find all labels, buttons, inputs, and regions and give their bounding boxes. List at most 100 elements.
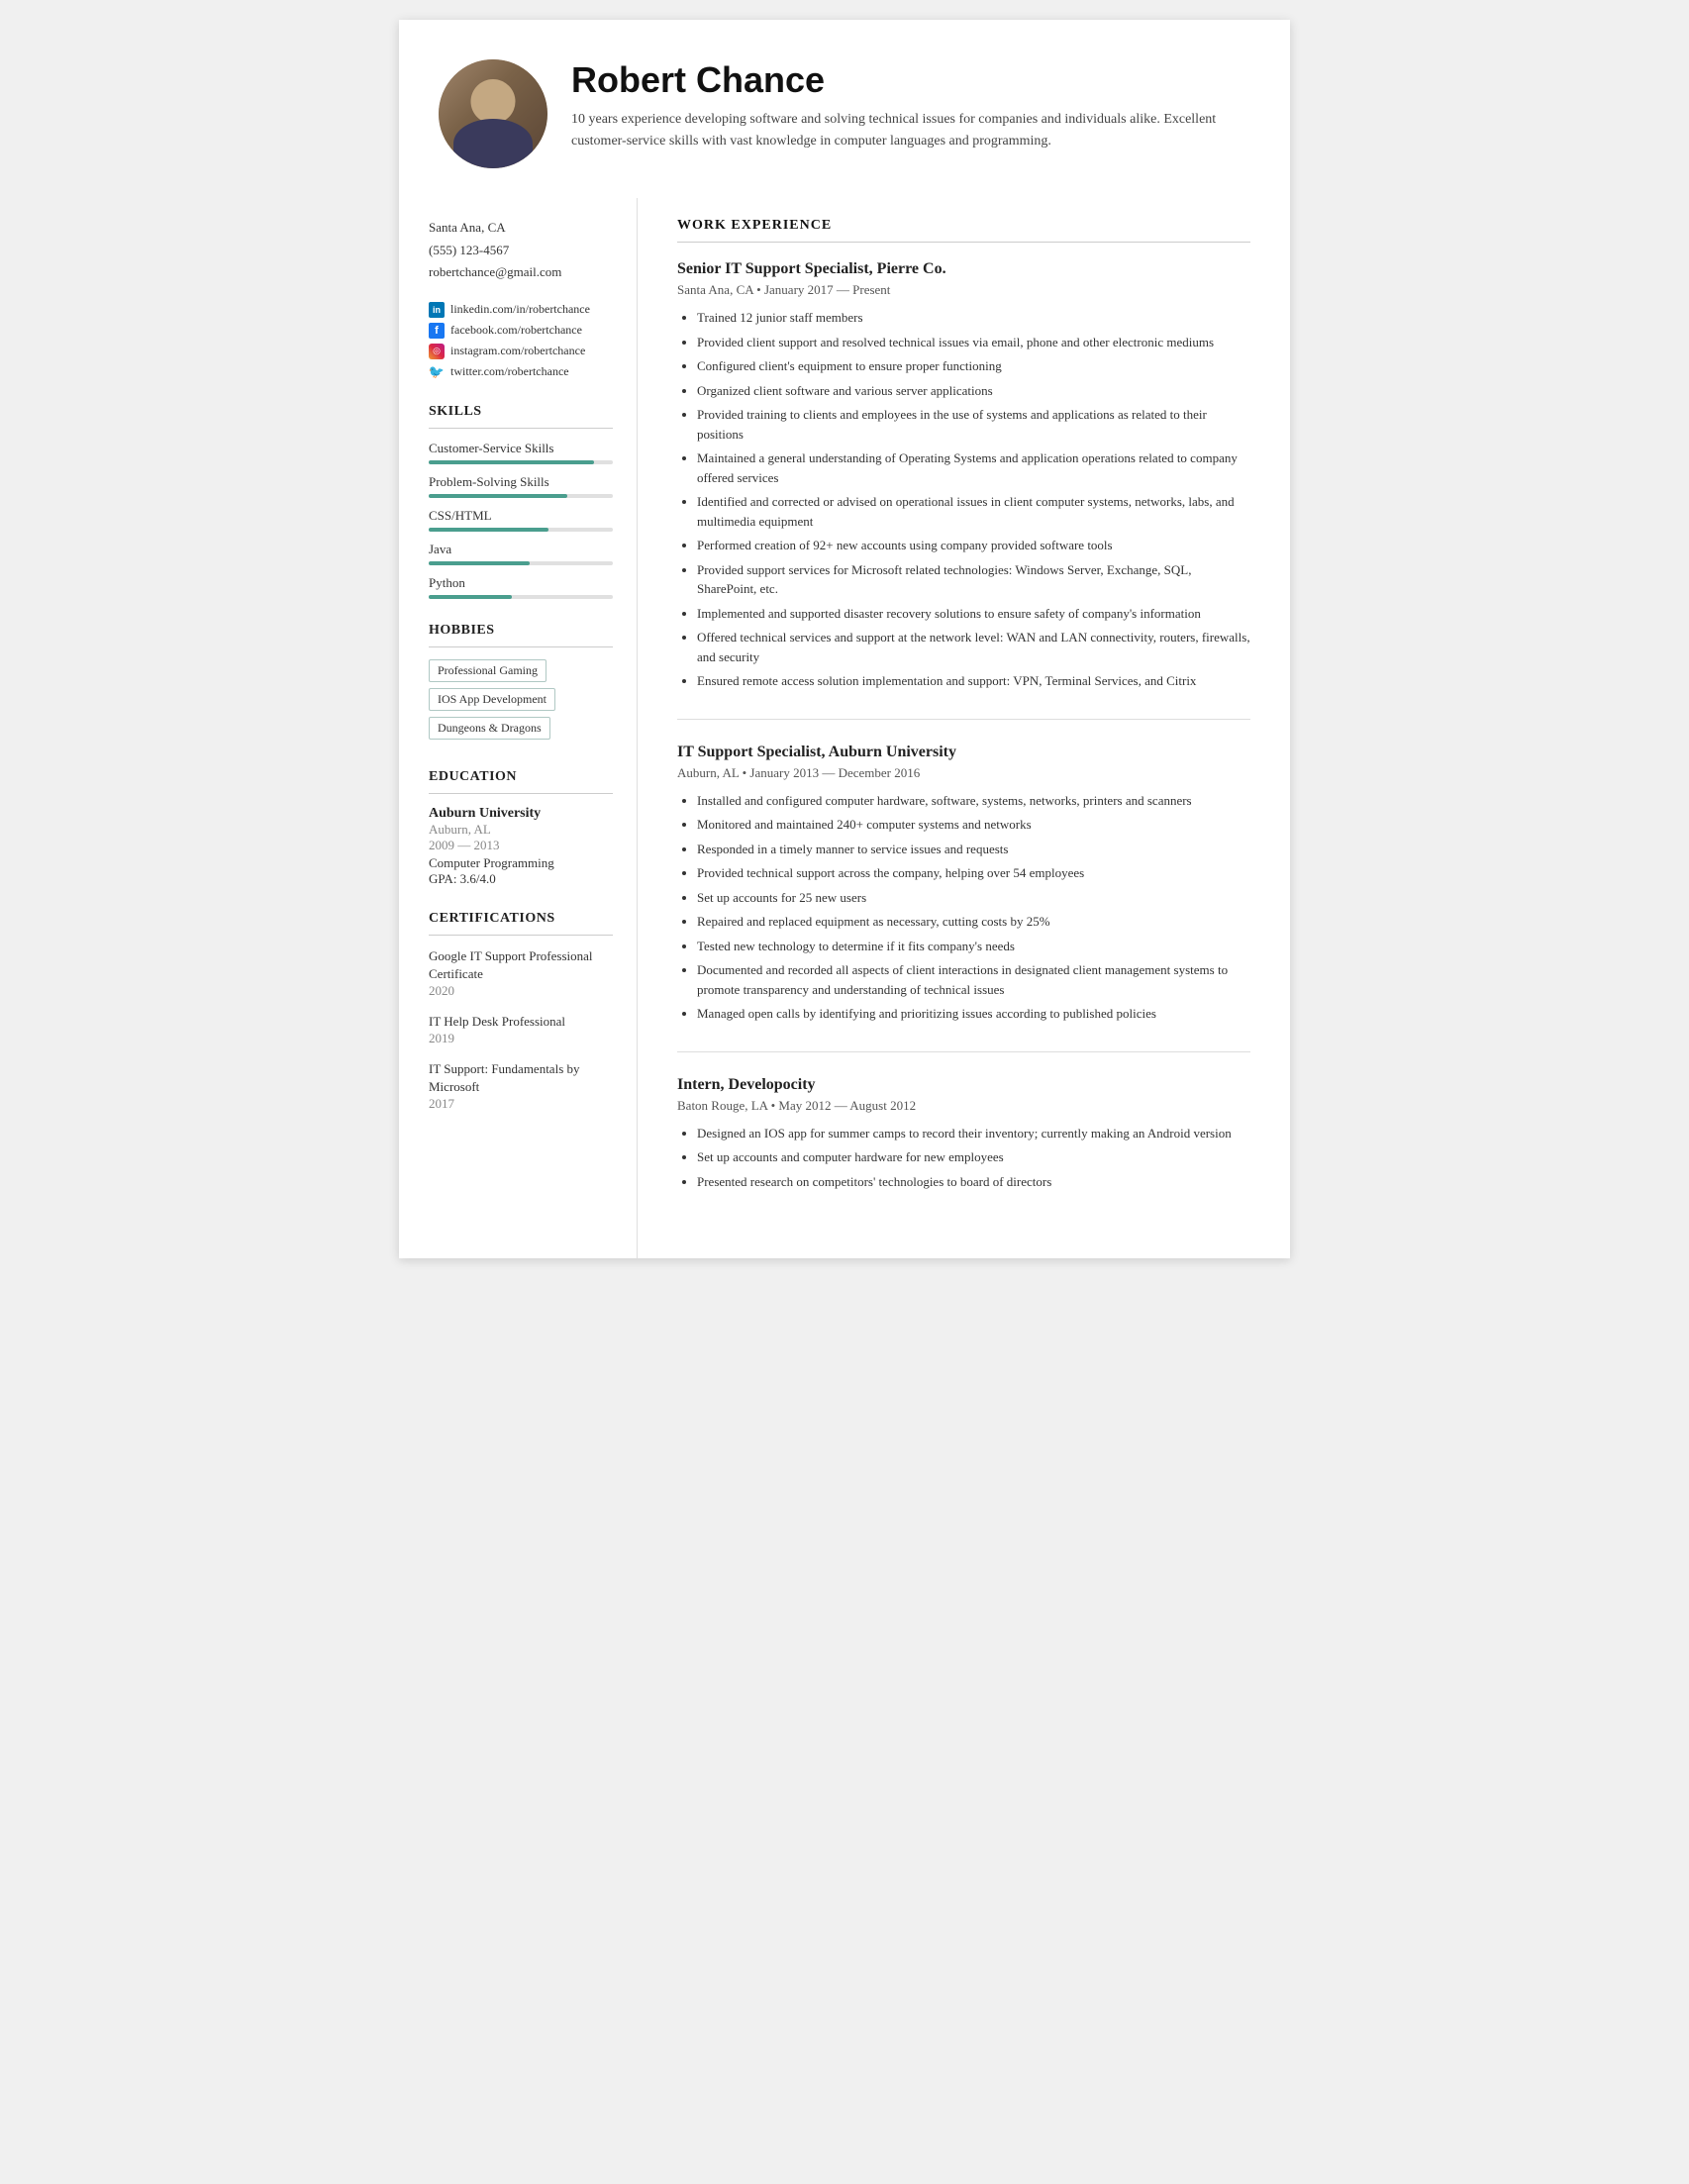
job-bullet: Provided training to clients and employe… xyxy=(697,405,1250,444)
cert-name: IT Support: Fundamentals by Microsoft xyxy=(429,1060,613,1096)
facebook-url: facebook.com/robertchance xyxy=(450,323,582,338)
social-linkedin: in linkedin.com/in/robertchance xyxy=(429,302,613,318)
contact-location: Santa Ana, CA xyxy=(429,218,613,238)
skills-list: Customer-Service Skills Problem-Solving … xyxy=(429,441,613,599)
certifications-list: Google IT Support Professional Certifica… xyxy=(429,947,613,1113)
skill-name: Problem-Solving Skills xyxy=(429,474,613,490)
job-bullet: Presented research on competitors' techn… xyxy=(697,1172,1250,1192)
job-bullet: Performed creation of 92+ new accounts u… xyxy=(697,536,1250,555)
job-bullet: Repaired and replaced equipment as neces… xyxy=(697,912,1250,932)
body-layout: Santa Ana, CA (555) 123-4567 robertchanc… xyxy=(399,198,1290,1258)
edu-location: Auburn, AL xyxy=(429,822,613,838)
skill-bar-fill xyxy=(429,494,567,498)
job-bullet: Installed and configured computer hardwa… xyxy=(697,791,1250,811)
edu-school: Auburn University xyxy=(429,806,613,822)
job-divider xyxy=(677,719,1250,720)
contact-block: Santa Ana, CA (555) 123-4567 robertchanc… xyxy=(429,218,613,282)
job-bullet: Provided support services for Microsoft … xyxy=(697,560,1250,599)
candidate-summary: 10 years experience developing software … xyxy=(571,109,1250,153)
job-entry: Intern, Developocity Baton Rouge, LA • M… xyxy=(677,1076,1250,1192)
job-meta: Santa Ana, CA • January 2017 — Present xyxy=(677,282,1250,298)
main-content: WORK EXPERIENCE Senior IT Support Specia… xyxy=(637,198,1290,1258)
job-meta: Auburn, AL • January 2013 — December 201… xyxy=(677,765,1250,781)
cert-year: 2017 xyxy=(429,1096,613,1112)
twitter-icon: 🐦 xyxy=(429,364,445,380)
skill-bar-bg xyxy=(429,595,613,599)
job-bullet: Provided client support and resolved tec… xyxy=(697,333,1250,352)
job-title: Senior IT Support Specialist, Pierre Co. xyxy=(677,260,1250,278)
hobbies-title: HOBBIES xyxy=(429,623,613,639)
skill-bar-fill xyxy=(429,561,530,565)
job-divider xyxy=(677,1051,1250,1052)
hobbies-divider xyxy=(429,646,613,647)
job-bullet: Designed an IOS app for summer camps to … xyxy=(697,1124,1250,1143)
certifications-title: CERTIFICATIONS xyxy=(429,911,613,927)
avatar xyxy=(439,59,547,168)
certifications-section: CERTIFICATIONS Google IT Support Profess… xyxy=(429,911,613,1113)
hobby-tag: IOS App Development xyxy=(429,688,613,717)
instagram-icon: ◎ xyxy=(429,344,445,359)
job-bullet: Tested new technology to determine if it… xyxy=(697,937,1250,956)
skill-name: CSS/HTML xyxy=(429,508,613,524)
job-meta: Baton Rouge, LA • May 2012 — August 2012 xyxy=(677,1098,1250,1114)
job-bullet: Set up accounts and computer hardware fo… xyxy=(697,1147,1250,1167)
job-bullet: Implemented and supported disaster recov… xyxy=(697,604,1250,624)
skill-bar-fill xyxy=(429,460,594,464)
social-twitter: 🐦 twitter.com/robertchance xyxy=(429,364,613,380)
job-bullets: Installed and configured computer hardwa… xyxy=(677,791,1250,1024)
social-links: in linkedin.com/in/robertchance f facebo… xyxy=(429,302,613,380)
linkedin-url: linkedin.com/in/robertchance xyxy=(450,302,590,317)
instagram-url: instagram.com/robertchance xyxy=(450,344,585,358)
job-bullet: Provided technical support across the co… xyxy=(697,863,1250,883)
work-experience-divider xyxy=(677,242,1250,243)
cert-entry: Google IT Support Professional Certifica… xyxy=(429,947,613,999)
skill-item: Problem-Solving Skills xyxy=(429,474,613,498)
job-bullet: Managed open calls by identifying and pr… xyxy=(697,1004,1250,1024)
job-bullet: Maintained a general understanding of Op… xyxy=(697,448,1250,487)
skill-bar-bg xyxy=(429,494,613,498)
candidate-name: Robert Chance xyxy=(571,59,1250,101)
job-bullet: Documented and recorded all aspects of c… xyxy=(697,960,1250,999)
skill-bar-bg xyxy=(429,561,613,565)
facebook-icon: f xyxy=(429,323,445,339)
job-bullet: Trained 12 junior staff members xyxy=(697,308,1250,328)
hobbies-section: HOBBIES Professional GamingIOS App Devel… xyxy=(429,623,613,745)
skill-bar-fill xyxy=(429,595,512,599)
cert-name: Google IT Support Professional Certifica… xyxy=(429,947,613,983)
skill-item: CSS/HTML xyxy=(429,508,613,532)
cert-name: IT Help Desk Professional xyxy=(429,1013,613,1031)
job-bullet: Monitored and maintained 240+ computer s… xyxy=(697,815,1250,835)
job-bullet: Offered technical services and support a… xyxy=(697,628,1250,666)
education-entry: Auburn University Auburn, AL 2009 — 2013… xyxy=(429,806,613,887)
job-bullet: Organized client software and various se… xyxy=(697,381,1250,401)
resume-document: Robert Chance 10 years experience develo… xyxy=(399,20,1290,1258)
social-instagram: ◎ instagram.com/robertchance xyxy=(429,344,613,359)
skills-title: SKILLS xyxy=(429,404,613,420)
sidebar: Santa Ana, CA (555) 123-4567 robertchanc… xyxy=(399,198,637,1258)
certifications-divider xyxy=(429,935,613,936)
skill-item: Java xyxy=(429,542,613,565)
job-bullet: Configured client's equipment to ensure … xyxy=(697,356,1250,376)
header-section: Robert Chance 10 years experience develo… xyxy=(399,20,1290,198)
cert-year: 2020 xyxy=(429,983,613,999)
job-bullet: Set up accounts for 25 new users xyxy=(697,888,1250,908)
job-entry: IT Support Specialist, Auburn University… xyxy=(677,744,1250,1024)
skill-bar-bg xyxy=(429,460,613,464)
cert-entry: IT Help Desk Professional 2019 xyxy=(429,1013,613,1046)
education-title: EDUCATION xyxy=(429,769,613,785)
job-bullets: Designed an IOS app for summer camps to … xyxy=(677,1124,1250,1192)
cert-year: 2019 xyxy=(429,1031,613,1046)
skill-name: Python xyxy=(429,575,613,591)
skill-bar-bg xyxy=(429,528,613,532)
header-info: Robert Chance 10 years experience develo… xyxy=(571,59,1250,153)
twitter-url: twitter.com/robertchance xyxy=(450,364,569,379)
job-title: Intern, Developocity xyxy=(677,1076,1250,1094)
hobby-tag: Dungeons & Dragons xyxy=(429,717,613,745)
social-facebook: f facebook.com/robertchance xyxy=(429,323,613,339)
job-title: IT Support Specialist, Auburn University xyxy=(677,744,1250,761)
skill-item: Python xyxy=(429,575,613,599)
job-entry: Senior IT Support Specialist, Pierre Co.… xyxy=(677,260,1250,691)
contact-phone: (555) 123-4567 xyxy=(429,241,613,260)
contact-email: robertchance@gmail.com xyxy=(429,262,613,282)
education-section: EDUCATION Auburn University Auburn, AL 2… xyxy=(429,769,613,887)
